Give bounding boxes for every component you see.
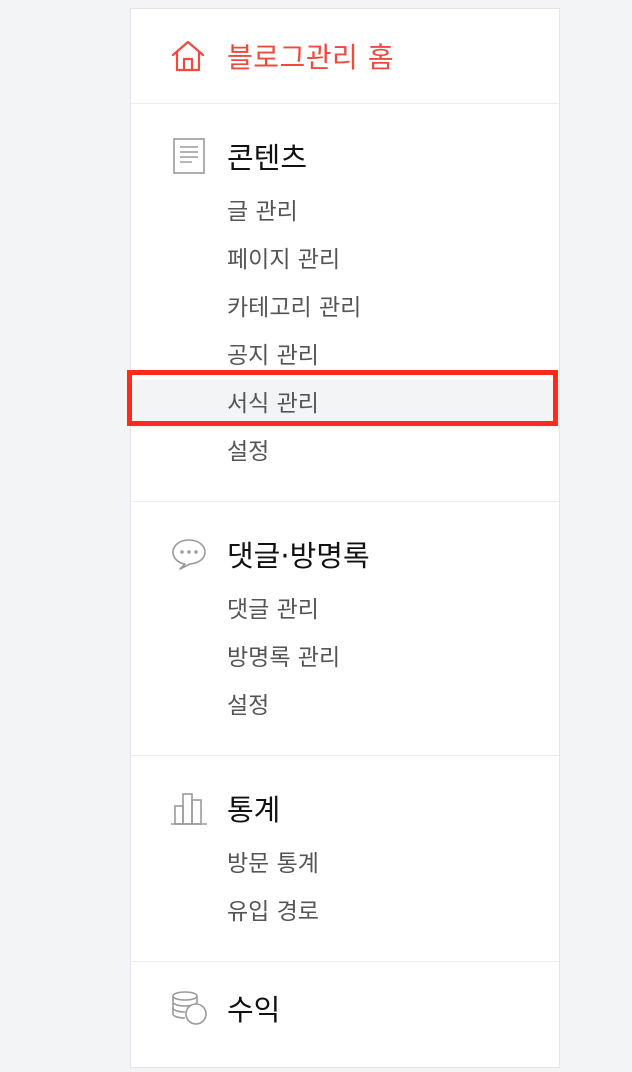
speech-bubble-icon: [169, 534, 209, 574]
menu-item-notice-manage[interactable]: 공지 관리: [131, 332, 559, 380]
section-revenue-title: 수익: [227, 993, 281, 1027]
section-comments-header[interactable]: 댓글·방명록: [131, 532, 559, 576]
section-contents: 콘텐츠 글 관리 페이지 관리 카테고리 관리 공지 관리 서식 관리 설정: [127, 104, 559, 502]
section-stats-title: 통계: [227, 793, 281, 827]
sidebar-home-label: 블로그관리 홈: [227, 41, 394, 74]
menu-item-referrer[interactable]: 유입 경로: [131, 888, 559, 936]
menu-item-contents-settings[interactable]: 설정: [131, 428, 559, 476]
section-revenue-header[interactable]: 수익: [131, 986, 559, 1030]
menu-item-category-manage[interactable]: 카테고리 관리: [131, 284, 559, 332]
menu-item-page-manage[interactable]: 페이지 관리: [131, 236, 559, 284]
section-stats-list: 방문 통계 유입 경로: [131, 840, 559, 936]
section-contents-header[interactable]: 콘텐츠: [131, 134, 559, 178]
menu-item-template-manage[interactable]: 서식 관리: [131, 380, 559, 428]
menu-item-comment-manage[interactable]: 댓글 관리: [131, 586, 559, 634]
section-comments: 댓글·방명록 댓글 관리 방명록 관리 설정: [131, 502, 559, 756]
section-comments-title: 댓글·방명록: [227, 539, 370, 573]
section-contents-title: 콘텐츠: [227, 141, 308, 175]
menu-item-comments-settings[interactable]: 설정: [131, 682, 559, 730]
admin-sidebar: 블로그관리 홈 콘텐츠 글 관리 페이지 관리 카테고리 관리 공지 관리 서식…: [127, 8, 560, 1068]
section-comments-list: 댓글 관리 방명록 관리 설정: [131, 586, 559, 730]
section-contents-list: 글 관리 페이지 관리 카테고리 관리 공지 관리 서식 관리 설정: [131, 188, 559, 476]
section-stats-header[interactable]: 통계: [131, 786, 559, 830]
menu-item-post-manage[interactable]: 글 관리: [131, 188, 559, 236]
menu-item-guestbook-manage[interactable]: 방명록 관리: [131, 634, 559, 682]
document-icon: [169, 136, 209, 176]
bar-chart-icon: [169, 788, 209, 828]
coins-icon: [169, 988, 209, 1028]
sidebar-home-link[interactable]: 블로그관리 홈: [131, 9, 559, 104]
section-stats: 통계 방문 통계 유입 경로: [131, 756, 559, 962]
menu-item-visit-stats[interactable]: 방문 통계: [131, 840, 559, 888]
home-icon: [169, 37, 207, 75]
section-revenue: 수익: [131, 962, 559, 1072]
